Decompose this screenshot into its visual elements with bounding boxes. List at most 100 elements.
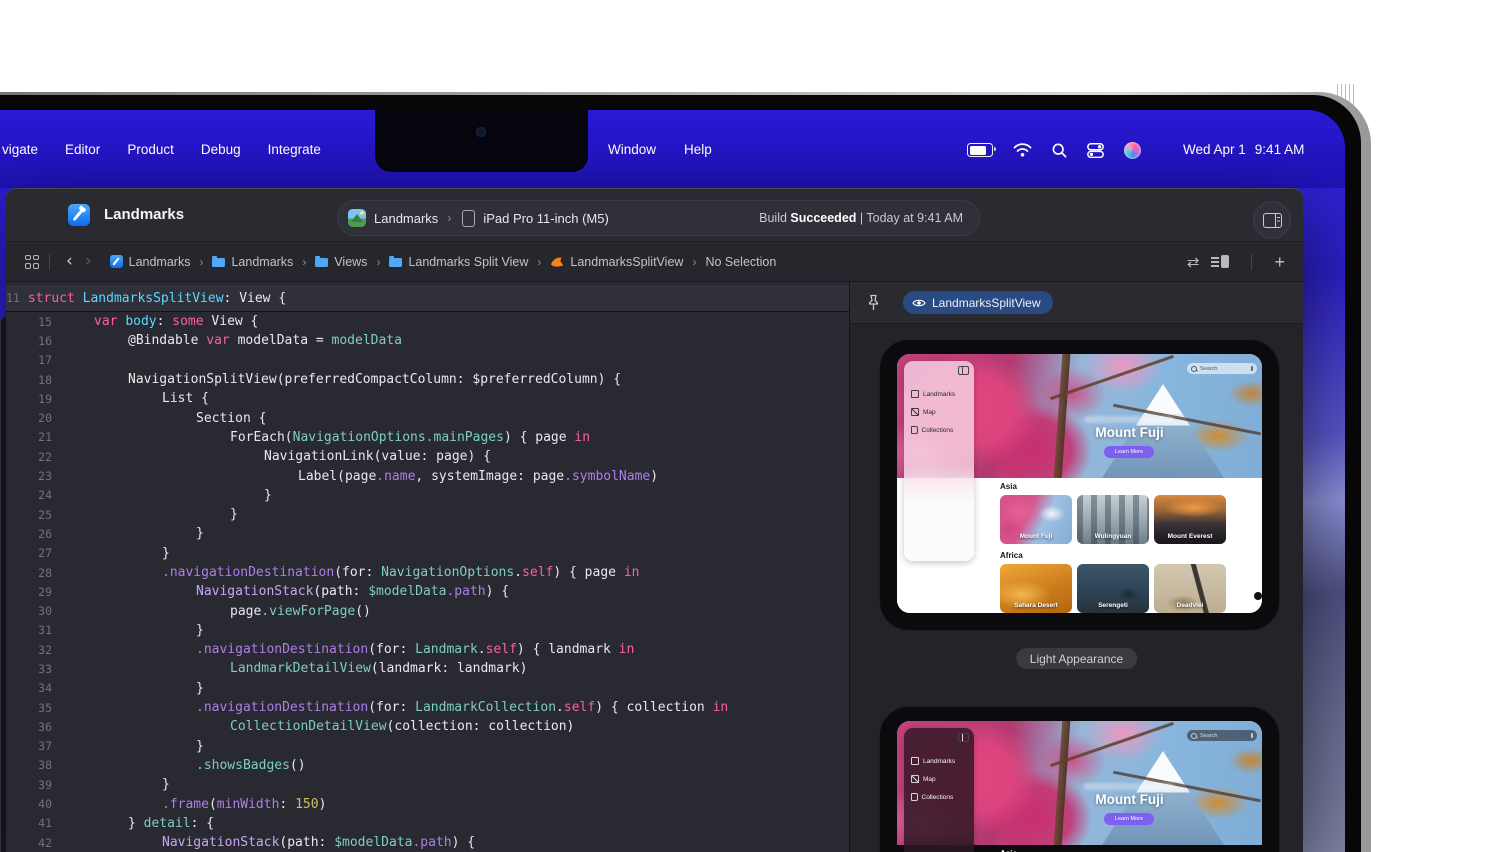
breadcrumb-item[interactable]: Landmarks Split View: [389, 255, 528, 269]
code-line: 16@Bindable var modelData = modelData: [6, 331, 849, 350]
minimap-icon[interactable]: [1211, 255, 1229, 268]
build-separator: |: [860, 211, 863, 225]
code-text: }: [196, 681, 204, 696]
landmark-card: Sahara Desert: [1000, 564, 1072, 613]
spotlight-search-icon[interactable]: [1052, 143, 1067, 158]
code-review-icon[interactable]: ⇄: [1187, 253, 1200, 271]
menu-item-editor[interactable]: Editor: [65, 142, 100, 157]
related-items-icon[interactable]: [25, 255, 39, 269]
appearance-label: Light Appearance: [1016, 648, 1137, 669]
menu-item-window[interactable]: Window: [608, 142, 656, 157]
sidebar-item-collections: Collections: [911, 788, 972, 806]
window-title: Landmarks: [104, 206, 184, 223]
battery-icon[interactable]: [967, 143, 993, 157]
book-icon: [911, 426, 918, 434]
add-editor-icon[interactable]: +: [1274, 253, 1285, 271]
sidebar-item-label: Map: [923, 409, 936, 416]
menu-item-debug[interactable]: Debug: [201, 142, 241, 157]
breadcrumb-separator: ›: [199, 255, 203, 269]
back-button[interactable]: ‹: [60, 253, 79, 270]
menu-item-vigate[interactable]: vigate: [2, 142, 38, 157]
preview-name: LandmarksSplitView: [932, 296, 1041, 310]
code-line: 15var body: some View {: [6, 312, 849, 331]
breadcrumb-separator: ›: [376, 255, 380, 269]
code-lines: 15var body: some View {16@Bindable var m…: [6, 312, 849, 852]
breadcrumb-item[interactable]: LandmarksSplitView: [550, 255, 683, 269]
sidebar-items: LandmarksMapCollections: [911, 752, 972, 806]
code-text: LandmarkDetailView(landmark: landmark): [230, 661, 527, 676]
scheme-device-pill[interactable]: Landmarks › iPad Pro 11-inch (M5) Build …: [337, 200, 980, 236]
run-destination[interactable]: iPad Pro 11-inch (M5): [483, 211, 608, 226]
search-placeholder: Search: [1200, 733, 1217, 739]
code-text: @Bindable var modelData = modelData: [128, 333, 402, 348]
menu-clock[interactable]: Wed Apr 1 9:41 AM: [1183, 142, 1304, 157]
code-text: }: [264, 488, 272, 503]
code-text: List {: [162, 391, 209, 406]
breadcrumb-item[interactable]: Views: [315, 255, 367, 269]
code-line: 18NavigationSplitView(preferredCompactCo…: [6, 370, 849, 389]
code-line: 23Label(page.name, systemImage: page.sym…: [6, 466, 849, 485]
card-label: Mount Everest: [1154, 533, 1226, 540]
preview-sidebar: LandmarksMapCollections: [904, 361, 974, 561]
card-label: Sahara Desert: [1000, 602, 1072, 609]
code-line: 34}: [6, 679, 849, 698]
menu-item-integrate[interactable]: Integrate: [268, 142, 321, 157]
code-line: 31}: [6, 621, 849, 640]
line-number: 17: [6, 353, 52, 367]
code-line: 42NavigationStack(path: $modelData.path)…: [6, 833, 849, 852]
scheme-name[interactable]: Landmarks: [374, 211, 438, 226]
code-line: 22NavigationLink(value: page) {: [6, 447, 849, 466]
sidebar-item-landmarks: Landmarks: [911, 385, 972, 403]
line-number: 35: [6, 701, 52, 715]
microphone-icon: [1251, 733, 1254, 738]
preview-screen: Mount FujiLearn MoreSearchAsiaMount Fuji…: [897, 354, 1262, 613]
breadcrumb-item[interactable]: Landmarks: [110, 255, 191, 269]
hero-subtitle-blur: [1084, 783, 1174, 790]
chevron-separator: ›: [447, 211, 451, 225]
code-text: .navigationDestination(for: Landmark.sel…: [196, 642, 634, 657]
siri-icon[interactable]: [1124, 142, 1141, 159]
building-icon: [911, 390, 919, 398]
jump-bar: ‹ › Landmarks › Landmarks › Views › Landmarks …: [6, 241, 1303, 282]
breadcrumb-separator: ›: [692, 255, 696, 269]
wifi-icon[interactable]: [1013, 143, 1032, 157]
code-line: 36CollectionDetailView(collection: colle…: [6, 717, 849, 736]
camera-dot: [476, 127, 486, 137]
code-text: .frame(minWidth: 150): [162, 797, 326, 812]
code-text: .navigationDestination(for: NavigationOp…: [162, 565, 639, 580]
search-placeholder: Search: [1200, 366, 1217, 372]
menu-item-help[interactable]: Help: [684, 142, 712, 157]
breadcrumb-label: Landmarks: [231, 255, 293, 269]
eye-icon: [912, 298, 926, 308]
breadcrumb-item[interactable]: No Selection: [705, 255, 776, 269]
menu-item-product[interactable]: Product: [127, 142, 174, 157]
breadcrumb-label: LandmarksSplitView: [570, 255, 683, 269]
device-preview-light: Mount FujiLearn MoreSearchAsiaMount Fuji…: [879, 339, 1280, 631]
build-status[interactable]: Build Succeeded | Today at 9:41 AM: [759, 211, 963, 225]
source-editor[interactable]: 11struct LandmarksSplitView: View { 15va…: [6, 282, 849, 852]
line-number: 27: [6, 546, 52, 560]
line-number: 33: [6, 662, 52, 676]
card-label: Deadvlei: [1154, 602, 1226, 609]
control-center-icon[interactable]: [1087, 143, 1104, 158]
breadcrumb-item[interactable]: Landmarks: [212, 255, 293, 269]
landmark-card: Mount Fuji: [1000, 495, 1072, 544]
line-number: 11: [6, 291, 20, 305]
line-number: 28: [6, 566, 52, 580]
line-number: 23: [6, 469, 52, 483]
line-number: 34: [6, 681, 52, 695]
breadcrumb-separator: ›: [302, 255, 306, 269]
inspector-toggle-button[interactable]: [1253, 201, 1291, 239]
card-row: Mount FujiWulingyuanMount Everest: [1000, 495, 1262, 544]
editor-area: 11struct LandmarksSplitView: View { 15va…: [6, 282, 1303, 852]
pin-icon[interactable]: [866, 294, 881, 311]
code-text: .navigationDestination(for: LandmarkColl…: [196, 700, 728, 715]
hero-title: Mount Fuji: [1062, 425, 1197, 440]
forward-button[interactable]: ›: [79, 253, 98, 270]
line-number: 29: [6, 585, 52, 599]
line-number: 20: [6, 411, 52, 425]
preview-name-pill[interactable]: LandmarksSplitView: [903, 291, 1053, 314]
code-text: }: [162, 777, 170, 792]
code-line: 21ForEach(NavigationOptions.mainPages) {…: [6, 428, 849, 447]
breadcrumb-label: Views: [334, 255, 367, 269]
